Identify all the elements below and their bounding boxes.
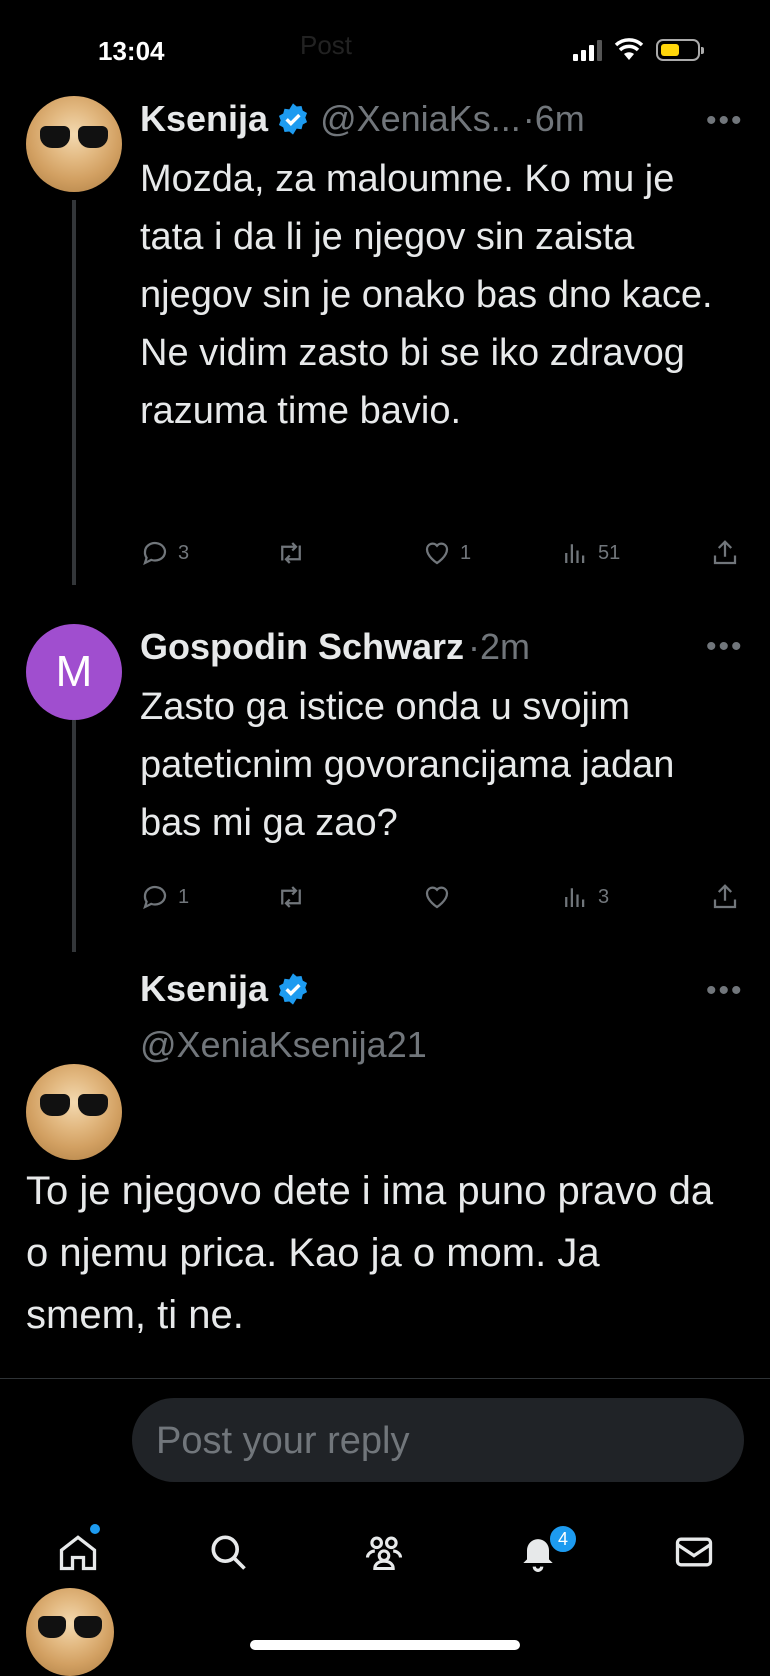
thread-line	[72, 200, 76, 585]
author-name[interactable]: Ksenija	[140, 968, 268, 1010]
views-button[interactable]: 51	[560, 538, 620, 568]
heart-icon	[425, 886, 449, 909]
views-count: 3	[598, 885, 610, 908]
retweet-icon	[281, 886, 301, 908]
share-icon	[713, 884, 737, 909]
share-button[interactable]	[710, 882, 740, 912]
home-tab[interactable]	[56, 1530, 100, 1579]
status-icons	[573, 38, 704, 62]
main-tweet-header: Ksenija	[140, 968, 310, 1010]
share-button[interactable]	[710, 538, 740, 568]
author-name[interactable]: Ksenija	[140, 98, 268, 140]
tweet-actions: 1 3	[140, 882, 740, 912]
reply-button[interactable]: 1	[140, 882, 189, 912]
mail-icon	[675, 1537, 713, 1567]
tweet-time: ·2m	[468, 626, 531, 667]
author-name[interactable]: Gospodin Schwarz	[140, 626, 464, 668]
more-horizontal-icon[interactable]: •••	[706, 104, 744, 138]
cellular-signal-icon	[573, 39, 602, 61]
thread-line	[72, 720, 76, 952]
verified-badge-icon	[279, 973, 308, 1005]
tweet-time: ·6m	[522, 98, 585, 139]
avatar-ksenija[interactable]	[26, 1064, 122, 1160]
reply-button[interactable]: 3	[140, 538, 189, 568]
reply-icon	[143, 885, 167, 910]
communities-tab[interactable]	[362, 1530, 406, 1579]
search-icon	[211, 1535, 246, 1570]
reply-count: 1	[178, 885, 190, 908]
views-icon	[565, 888, 585, 907]
home-indicator[interactable]	[250, 1640, 520, 1650]
reply-count: 3	[178, 541, 190, 564]
wifi-icon	[614, 38, 644, 60]
like-button[interactable]: 1	[422, 538, 471, 568]
retweet-icon	[281, 542, 301, 564]
composer-avatar	[26, 1588, 114, 1676]
retweet-button[interactable]	[276, 538, 314, 568]
avatar-gospodin-schwarz[interactable]: M	[26, 624, 122, 720]
more-horizontal-icon[interactable]: •••	[706, 630, 744, 664]
author-handle[interactable]: @XeniaKsenija21	[140, 1024, 427, 1066]
retweet-button[interactable]	[276, 882, 314, 912]
messages-tab[interactable]	[672, 1530, 716, 1579]
views-count: 51	[598, 541, 621, 564]
like-count: 1	[460, 541, 472, 564]
status-time: 13:04	[98, 36, 165, 66]
heart-icon	[425, 542, 449, 565]
like-button[interactable]	[422, 882, 460, 912]
reply-icon	[143, 541, 167, 566]
home-icon	[59, 1535, 97, 1571]
more-horizontal-icon[interactable]: •••	[706, 974, 744, 1008]
verified-badge-icon	[279, 103, 308, 135]
communities-icon	[365, 1536, 403, 1571]
reply-placeholder: Post your reply	[156, 1420, 410, 1462]
main-tweet-text: To je njegovo dete i ima puno pravo da o…	[26, 1169, 714, 1337]
tweet-text: Zasto ga istice onda u svojim pateticnim…	[140, 686, 675, 844]
views-icon	[565, 544, 585, 563]
tweet-text: Mozda, za maloumne. Ko mu je tata i da l…	[140, 158, 713, 432]
avatar-letter: M	[55, 647, 93, 696]
tweet-header: Gospodin Schwarz ·2m	[140, 626, 530, 668]
tweet-actions: 3 1 51	[140, 538, 740, 568]
battery-icon	[656, 39, 704, 61]
views-button[interactable]: 3	[560, 882, 609, 912]
avatar-ksenija[interactable]	[26, 96, 122, 192]
divider	[0, 1378, 770, 1379]
notifications-badge: 4	[548, 1524, 578, 1554]
author-handle[interactable]: @XeniaKs...	[320, 98, 521, 140]
tweet-header: Ksenija @XeniaKs... ·6m	[140, 98, 585, 140]
search-tab[interactable]	[206, 1530, 250, 1579]
top-hint-text: Post	[300, 30, 353, 60]
share-icon	[713, 540, 737, 565]
home-notification-dot	[90, 1524, 100, 1534]
